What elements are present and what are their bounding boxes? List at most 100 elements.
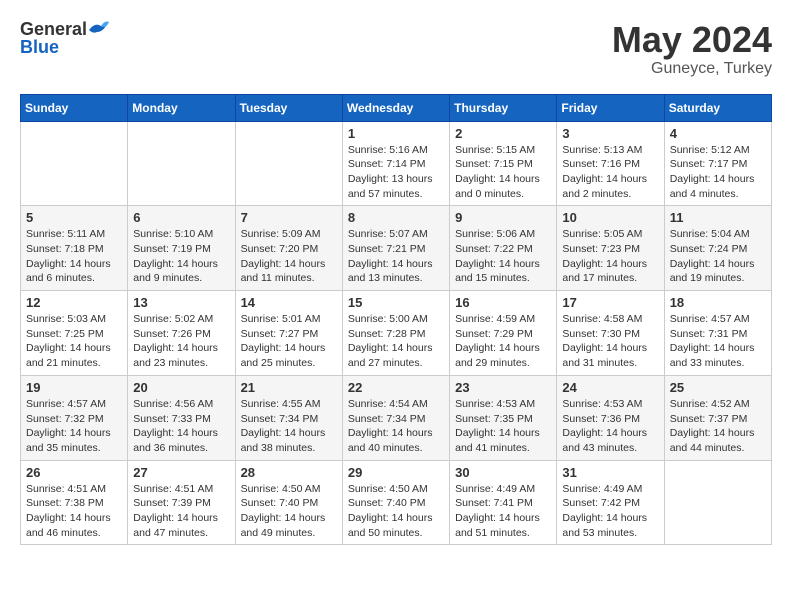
day-number: 11 bbox=[670, 210, 766, 225]
day-number: 26 bbox=[26, 465, 122, 480]
day-info: Sunrise: 4:51 AM Sunset: 7:39 PM Dayligh… bbox=[133, 482, 229, 541]
day-info: Sunrise: 5:09 AM Sunset: 7:20 PM Dayligh… bbox=[241, 227, 337, 286]
day-number: 3 bbox=[562, 126, 658, 141]
day-number: 10 bbox=[562, 210, 658, 225]
day-info: Sunrise: 5:05 AM Sunset: 7:23 PM Dayligh… bbox=[562, 227, 658, 286]
day-number: 30 bbox=[455, 465, 551, 480]
calendar-cell: 1 Sunrise: 5:16 AM Sunset: 7:14 PM Daylig… bbox=[342, 121, 449, 206]
day-header: Thursday bbox=[450, 94, 557, 121]
day-info: Sunrise: 5:10 AM Sunset: 7:19 PM Dayligh… bbox=[133, 227, 229, 286]
day-info: Sunrise: 4:53 AM Sunset: 7:35 PM Dayligh… bbox=[455, 397, 551, 456]
calendar-cell: 30 Sunrise: 4:49 AM Sunset: 7:41 PM Dayli… bbox=[450, 460, 557, 545]
day-info: Sunrise: 4:57 AM Sunset: 7:31 PM Dayligh… bbox=[670, 312, 766, 371]
day-info: Sunrise: 5:11 AM Sunset: 7:18 PM Dayligh… bbox=[26, 227, 122, 286]
day-number: 20 bbox=[133, 380, 229, 395]
day-info: Sunrise: 5:04 AM Sunset: 7:24 PM Dayligh… bbox=[670, 227, 766, 286]
day-header: Wednesday bbox=[342, 94, 449, 121]
day-info: Sunrise: 5:12 AM Sunset: 7:17 PM Dayligh… bbox=[670, 143, 766, 202]
day-info: Sunrise: 4:59 AM Sunset: 7:29 PM Dayligh… bbox=[455, 312, 551, 371]
day-info: Sunrise: 4:49 AM Sunset: 7:42 PM Dayligh… bbox=[562, 482, 658, 541]
day-number: 29 bbox=[348, 465, 444, 480]
calendar-cell: 5 Sunrise: 5:11 AM Sunset: 7:18 PM Daylig… bbox=[21, 206, 128, 291]
calendar-cell: 29 Sunrise: 4:50 AM Sunset: 7:40 PM Dayli… bbox=[342, 460, 449, 545]
day-info: Sunrise: 5:03 AM Sunset: 7:25 PM Dayligh… bbox=[26, 312, 122, 371]
calendar-cell: 25Sunrise: 4:52 AM Sunset: 7:37 PM Dayli… bbox=[664, 375, 771, 460]
calendar-cell: 3Sunrise: 5:13 AM Sunset: 7:16 PM Daylig… bbox=[557, 121, 664, 206]
day-info: Sunrise: 4:50 AM Sunset: 7:40 PM Dayligh… bbox=[348, 482, 444, 541]
day-number: 19 bbox=[26, 380, 122, 395]
logo: General Blue bbox=[20, 20, 109, 56]
location-subtitle: Guneyce, Turkey bbox=[612, 60, 772, 78]
day-info: Sunrise: 5:00 AM Sunset: 7:28 PM Dayligh… bbox=[348, 312, 444, 371]
day-number: 9 bbox=[455, 210, 551, 225]
calendar-cell: 15 Sunrise: 5:00 AM Sunset: 7:28 PM Dayli… bbox=[342, 291, 449, 376]
calendar-table: SundayMondayTuesdayWednesdayThursdayFrid… bbox=[20, 94, 772, 546]
day-info: Sunrise: 5:06 AM Sunset: 7:22 PM Dayligh… bbox=[455, 227, 551, 286]
day-info: Sunrise: 4:55 AM Sunset: 7:34 PM Dayligh… bbox=[241, 397, 337, 456]
calendar-cell: 24Sunrise: 4:53 AM Sunset: 7:36 PM Dayli… bbox=[557, 375, 664, 460]
calendar-cell: 21Sunrise: 4:55 AM Sunset: 7:34 PM Dayli… bbox=[235, 375, 342, 460]
calendar-week-row: 5 Sunrise: 5:11 AM Sunset: 7:18 PM Daylig… bbox=[21, 206, 772, 291]
calendar-cell bbox=[21, 121, 128, 206]
calendar-cell bbox=[664, 460, 771, 545]
calendar-week-row: 12 Sunrise: 5:03 AM Sunset: 7:25 PM Dayli… bbox=[21, 291, 772, 376]
day-number: 25 bbox=[670, 380, 766, 395]
day-info: Sunrise: 4:54 AM Sunset: 7:34 PM Dayligh… bbox=[348, 397, 444, 456]
day-number: 2 bbox=[455, 126, 551, 141]
calendar-cell: 19Sunrise: 4:57 AM Sunset: 7:32 PM Dayli… bbox=[21, 375, 128, 460]
calendar-cell bbox=[235, 121, 342, 206]
calendar-cell: 6 Sunrise: 5:10 AM Sunset: 7:19 PM Daylig… bbox=[128, 206, 235, 291]
days-header-row: SundayMondayTuesdayWednesdayThursdayFrid… bbox=[21, 94, 772, 121]
day-number: 8 bbox=[348, 210, 444, 225]
calendar-week-row: 19Sunrise: 4:57 AM Sunset: 7:32 PM Dayli… bbox=[21, 375, 772, 460]
calendar-cell bbox=[128, 121, 235, 206]
calendar-week-row: 26 Sunrise: 4:51 AM Sunset: 7:38 PM Dayli… bbox=[21, 460, 772, 545]
calendar-cell: 12 Sunrise: 5:03 AM Sunset: 7:25 PM Dayli… bbox=[21, 291, 128, 376]
day-info: Sunrise: 5:02 AM Sunset: 7:26 PM Dayligh… bbox=[133, 312, 229, 371]
calendar-cell: 13 Sunrise: 5:02 AM Sunset: 7:26 PM Dayli… bbox=[128, 291, 235, 376]
day-number: 15 bbox=[348, 295, 444, 310]
day-info: Sunrise: 4:51 AM Sunset: 7:38 PM Dayligh… bbox=[26, 482, 122, 541]
calendar-cell: 31 Sunrise: 4:49 AM Sunset: 7:42 PM Dayli… bbox=[557, 460, 664, 545]
day-number: 13 bbox=[133, 295, 229, 310]
day-number: 5 bbox=[26, 210, 122, 225]
day-number: 6 bbox=[133, 210, 229, 225]
calendar-cell: 10 Sunrise: 5:05 AM Sunset: 7:23 PM Dayli… bbox=[557, 206, 664, 291]
calendar-cell: 9 Sunrise: 5:06 AM Sunset: 7:22 PM Daylig… bbox=[450, 206, 557, 291]
calendar-cell: 7Sunrise: 5:09 AM Sunset: 7:20 PM Daylig… bbox=[235, 206, 342, 291]
calendar-cell: 11 Sunrise: 5:04 AM Sunset: 7:24 PM Dayli… bbox=[664, 206, 771, 291]
day-header: Monday bbox=[128, 94, 235, 121]
day-number: 22 bbox=[348, 380, 444, 395]
day-header: Sunday bbox=[21, 94, 128, 121]
day-number: 31 bbox=[562, 465, 658, 480]
day-number: 27 bbox=[133, 465, 229, 480]
calendar-cell: 16 Sunrise: 4:59 AM Sunset: 7:29 PM Dayli… bbox=[450, 291, 557, 376]
day-number: 1 bbox=[348, 126, 444, 141]
day-header: Tuesday bbox=[235, 94, 342, 121]
day-number: 4 bbox=[670, 126, 766, 141]
calendar-cell: 8Sunrise: 5:07 AM Sunset: 7:21 PM Daylig… bbox=[342, 206, 449, 291]
calendar-cell: 2Sunrise: 5:15 AM Sunset: 7:15 PM Daylig… bbox=[450, 121, 557, 206]
logo-blue-text: Blue bbox=[20, 38, 109, 56]
day-info: Sunrise: 4:49 AM Sunset: 7:41 PM Dayligh… bbox=[455, 482, 551, 541]
calendar-cell: 18 Sunrise: 4:57 AM Sunset: 7:31 PM Dayli… bbox=[664, 291, 771, 376]
day-header: Friday bbox=[557, 94, 664, 121]
calendar-cell: 17Sunrise: 4:58 AM Sunset: 7:30 PM Dayli… bbox=[557, 291, 664, 376]
calendar-cell: 14Sunrise: 5:01 AM Sunset: 7:27 PM Dayli… bbox=[235, 291, 342, 376]
month-title: May 2024 bbox=[612, 20, 772, 60]
day-number: 23 bbox=[455, 380, 551, 395]
title-area: May 2024 Guneyce, Turkey bbox=[612, 20, 772, 78]
logo-general-text: General bbox=[20, 20, 87, 38]
day-number: 12 bbox=[26, 295, 122, 310]
day-info: Sunrise: 4:53 AM Sunset: 7:36 PM Dayligh… bbox=[562, 397, 658, 456]
day-info: Sunrise: 5:16 AM Sunset: 7:14 PM Dayligh… bbox=[348, 143, 444, 202]
day-info: Sunrise: 4:58 AM Sunset: 7:30 PM Dayligh… bbox=[562, 312, 658, 371]
day-number: 18 bbox=[670, 295, 766, 310]
day-info: Sunrise: 4:50 AM Sunset: 7:40 PM Dayligh… bbox=[241, 482, 337, 541]
calendar-cell: 4 Sunrise: 5:12 AM Sunset: 7:17 PM Daylig… bbox=[664, 121, 771, 206]
day-info: Sunrise: 5:01 AM Sunset: 7:27 PM Dayligh… bbox=[241, 312, 337, 371]
calendar-cell: 28 Sunrise: 4:50 AM Sunset: 7:40 PM Dayli… bbox=[235, 460, 342, 545]
day-number: 28 bbox=[241, 465, 337, 480]
day-number: 16 bbox=[455, 295, 551, 310]
day-header: Saturday bbox=[664, 94, 771, 121]
